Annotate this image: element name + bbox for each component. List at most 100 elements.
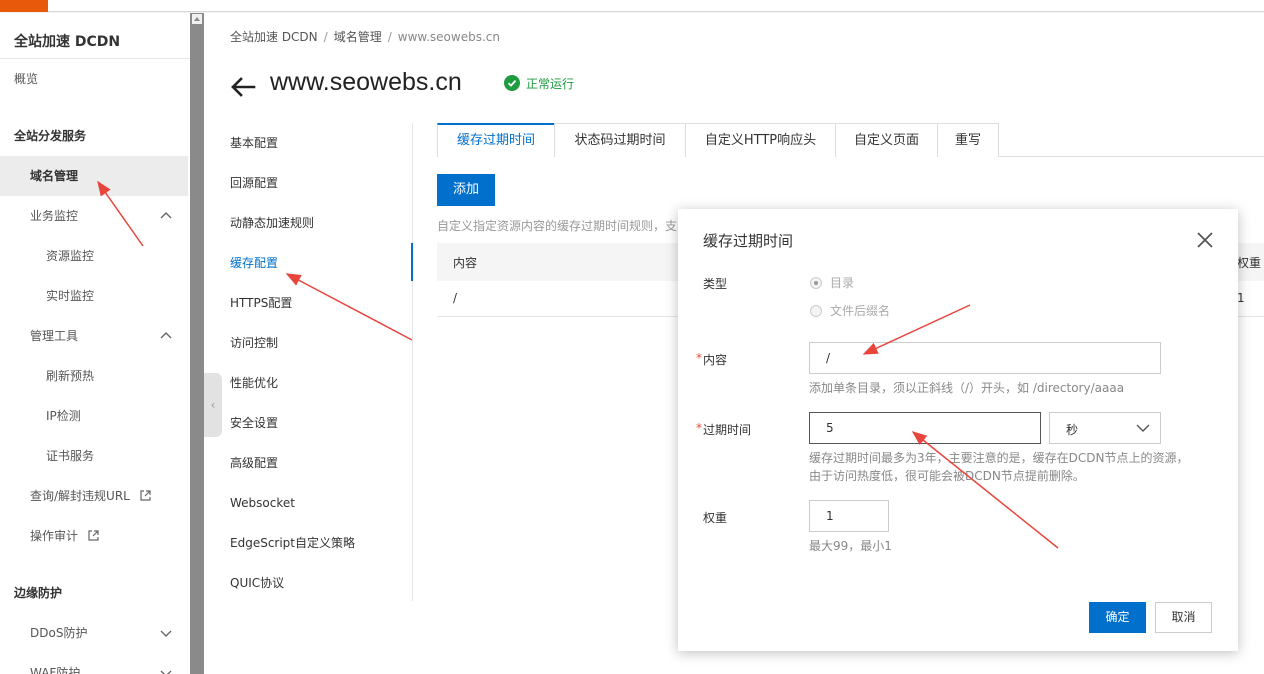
confirm-button[interactable]: 确定 <box>1089 602 1146 633</box>
check-circle-icon <box>504 75 520 91</box>
config-menu-item-access-control[interactable]: 访问控制 <box>230 323 413 363</box>
product-sidebar: 全站加速 DCDN 概览 全站分发服务 域名管理 业务监控 资源监控 实时监控 … <box>0 13 190 674</box>
sidebar-section-distribution: 全站分发服务 <box>0 116 188 156</box>
sidebar-item-ip-check[interactable]: IP检测 <box>0 396 188 436</box>
radio-dot-selected[interactable] <box>810 277 822 289</box>
config-menu-active-indicator <box>411 243 413 281</box>
sidebar-item-label: 概览 <box>14 72 39 86</box>
external-link-icon <box>140 490 151 501</box>
sidebar-section-edge-protection: 边缘防护 <box>0 573 188 613</box>
content-input[interactable]: / <box>809 342 1161 374</box>
sidebar-item-management-tools[interactable]: 管理工具 <box>0 316 188 356</box>
status-text: 正常运行 <box>526 77 575 91</box>
chevron-up-icon[interactable] <box>160 210 172 222</box>
breadcrumb-item[interactable]: 全站加速 DCDN <box>230 30 318 44</box>
breadcrumb-separator: / <box>323 30 328 44</box>
expire-hint-line-2: 由于访问热度低，很可能会被DCDN节点提前删除。 <box>809 469 1085 483</box>
chevron-down-icon[interactable] <box>160 667 172 674</box>
cancel-button[interactable]: 取消 <box>1155 602 1212 633</box>
config-menu-divider <box>412 123 413 601</box>
weight-label: 权重 <box>703 511 728 525</box>
config-menu-item-performance[interactable]: 性能优化 <box>230 363 413 403</box>
config-menu-item-security[interactable]: 安全设置 <box>230 403 413 443</box>
sidebar-item-label: 业务监控 <box>30 209 79 223</box>
sidebar-item-realtime-monitoring[interactable]: 实时监控 <box>0 276 188 316</box>
sidebar-item-business-monitoring[interactable]: 业务监控 <box>0 196 188 236</box>
sidebar-item-ddos[interactable]: DDoS防护 <box>0 613 188 653</box>
chevron-up-icon[interactable] <box>160 330 172 342</box>
cache-rule-description: 自定义指定资源内容的缓存过期时间规则，支 <box>437 219 677 233</box>
sidebar-item-domain-management[interactable]: 域名管理 <box>0 156 188 196</box>
sidebar-item-label: IP检测 <box>46 409 81 423</box>
sidebar-section-label: 全站分发服务 <box>14 129 87 143</box>
status-badge: 正常运行 <box>504 75 574 92</box>
sidebar-section-label: 边缘防护 <box>14 586 63 600</box>
config-menu-item-origin[interactable]: 回源配置 <box>230 163 413 203</box>
radio-label: 目录 <box>830 276 855 290</box>
sidebar-item-label: 实时监控 <box>46 289 95 303</box>
tab-custom-page[interactable]: 自定义页面 <box>835 123 938 157</box>
scroll-up-arrow-icon[interactable] <box>192 14 202 24</box>
tab-cache-expiry[interactable]: 缓存过期时间 <box>437 123 555 157</box>
collapse-sidebar-handle[interactable]: ‹ <box>204 373 222 437</box>
chevron-down-icon[interactable] <box>160 627 172 639</box>
sidebar-item-waf[interactable]: WAF防护 <box>0 653 188 674</box>
add-rule-button[interactable]: 添加 <box>437 174 495 206</box>
breadcrumb-current: www.seowebs.cn <box>397 30 500 44</box>
expire-unit-value: 秒 <box>1066 423 1079 437</box>
breadcrumb-item[interactable]: 域名管理 <box>334 30 382 44</box>
back-arrow-icon[interactable] <box>230 76 256 98</box>
sidebar-item-refresh-preload[interactable]: 刷新预热 <box>0 356 188 396</box>
sidebar-item-label: 管理工具 <box>30 329 79 343</box>
tab-custom-http-header[interactable]: 自定义HTTP响应头 <box>685 123 836 157</box>
config-menu-item-advanced[interactable]: 高级配置 <box>230 443 413 483</box>
top-navigation-bar <box>0 0 1264 12</box>
dialog-title: 缓存过期时间 <box>703 232 794 250</box>
required-mark: * <box>696 421 702 435</box>
radio-dot[interactable] <box>810 305 822 317</box>
tab-status-code-expiry[interactable]: 状态码过期时间 <box>554 123 686 157</box>
chevron-left-icon: ‹ <box>210 398 216 412</box>
config-menu-item-acceleration-rules[interactable]: 动静态加速规则 <box>230 203 413 243</box>
config-menu-item-basic[interactable]: 基本配置 <box>230 123 413 163</box>
sidebar-item-overview[interactable]: 概览 <box>0 59 188 99</box>
sidebar-item-operation-audit[interactable]: 操作审计 <box>0 516 188 556</box>
sidebar-item-label: 域名管理 <box>30 169 79 183</box>
expire-time-input[interactable]: 5 <box>809 412 1041 444</box>
sidebar-item-label: 查询/解封违规URL <box>30 489 130 503</box>
config-menu-item-quic[interactable]: QUIC协议 <box>230 563 413 603</box>
tab-rewrite[interactable]: 重写 <box>937 123 999 157</box>
sidebar-item-violation-url[interactable]: 查询/解封违规URL <box>0 476 188 516</box>
sidebar-title: 全站加速 DCDN <box>14 34 121 50</box>
sidebar-item-resource-monitoring[interactable]: 资源监控 <box>0 236 188 276</box>
type-label: 类型 <box>703 277 728 291</box>
cell-content: / <box>453 291 458 305</box>
column-header-content: 内容 <box>453 256 478 270</box>
content-hint: 添加单条目录，须以正斜线（/）开头，如 /directory/aaaa <box>809 381 1125 395</box>
weight-hint: 最大99，最小1 <box>809 539 892 553</box>
sidebar-item-label: 资源监控 <box>46 249 95 263</box>
config-menu-item-https[interactable]: HTTPS配置 <box>230 283 413 323</box>
expire-label: * 过期时间 <box>696 421 752 438</box>
radio-directory[interactable]: 目录 <box>810 274 854 291</box>
content-label: * 内容 <box>696 351 728 368</box>
weight-input[interactable]: 1 <box>809 500 889 532</box>
column-header-weight: 权重 <box>1237 256 1262 270</box>
expire-label-text: 过期时间 <box>703 423 752 437</box>
radio-file-extension[interactable]: 文件后缀名 <box>810 302 890 319</box>
sidebar-scrollbar[interactable] <box>190 13 204 674</box>
external-link-icon <box>88 530 99 541</box>
expire-unit-select[interactable]: 秒 <box>1049 412 1161 444</box>
sidebar-item-label: 刷新预热 <box>46 369 95 383</box>
config-menu-item-cache[interactable]: 缓存配置 <box>230 243 413 283</box>
cell-weight: 1 <box>1237 291 1245 305</box>
config-menu-item-websocket[interactable]: Websocket <box>230 483 413 523</box>
sidebar-item-label: 证书服务 <box>46 449 95 463</box>
config-menu-item-edgescript[interactable]: EdgeScript自定义策略 <box>230 523 413 563</box>
content-label-text: 内容 <box>703 353 728 367</box>
required-mark: * <box>696 351 702 365</box>
chevron-down-icon <box>1136 424 1150 432</box>
sidebar-item-certificate-service[interactable]: 证书服务 <box>0 436 188 476</box>
close-icon[interactable] <box>1196 231 1214 249</box>
console-logo[interactable] <box>0 0 48 12</box>
